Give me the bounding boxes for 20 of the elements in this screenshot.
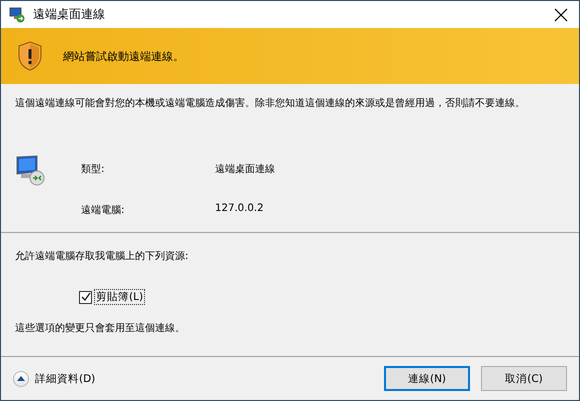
remote-desktop-icon: [9, 6, 25, 22]
detail-label: 遠端電腦:: [81, 204, 126, 218]
close-icon: [554, 8, 568, 22]
detail-value: 遠端桌面連線: [215, 162, 275, 177]
detail-value: 127.0.0.2: [215, 203, 265, 216]
resources-prompt: 允許遠端電腦存取我電腦上的下列資源:: [15, 250, 190, 263]
details-toggle-label: 詳細資料(D): [35, 372, 96, 386]
resources-note: 這些選項的變更只會套用至這個連線。: [15, 322, 186, 335]
banner-message: 網站嘗試啟動遠端連線。: [63, 48, 184, 64]
caret-up-icon: [17, 376, 25, 381]
checkbox[interactable]: [79, 290, 92, 304]
checkbox-label[interactable]: 剪貼簿(L): [94, 289, 146, 305]
dialog-button[interactable]: 連線(N): [384, 366, 470, 391]
window-title: 遠端桌面連線: [33, 6, 106, 23]
dialog-button[interactable]: 取消(C): [481, 366, 567, 391]
warning-text: 這個遠端連線可能會對您的本機或遠端電腦造成傷害。除非您知道這個連線的來源或是曾經用過，否則請不要連線。: [14, 96, 526, 111]
monitor-icon: [15, 154, 47, 186]
detail-label: 類型:: [81, 162, 106, 177]
details-toggle-button[interactable]: [13, 370, 29, 386]
warning-shield-icon: [17, 41, 43, 71]
